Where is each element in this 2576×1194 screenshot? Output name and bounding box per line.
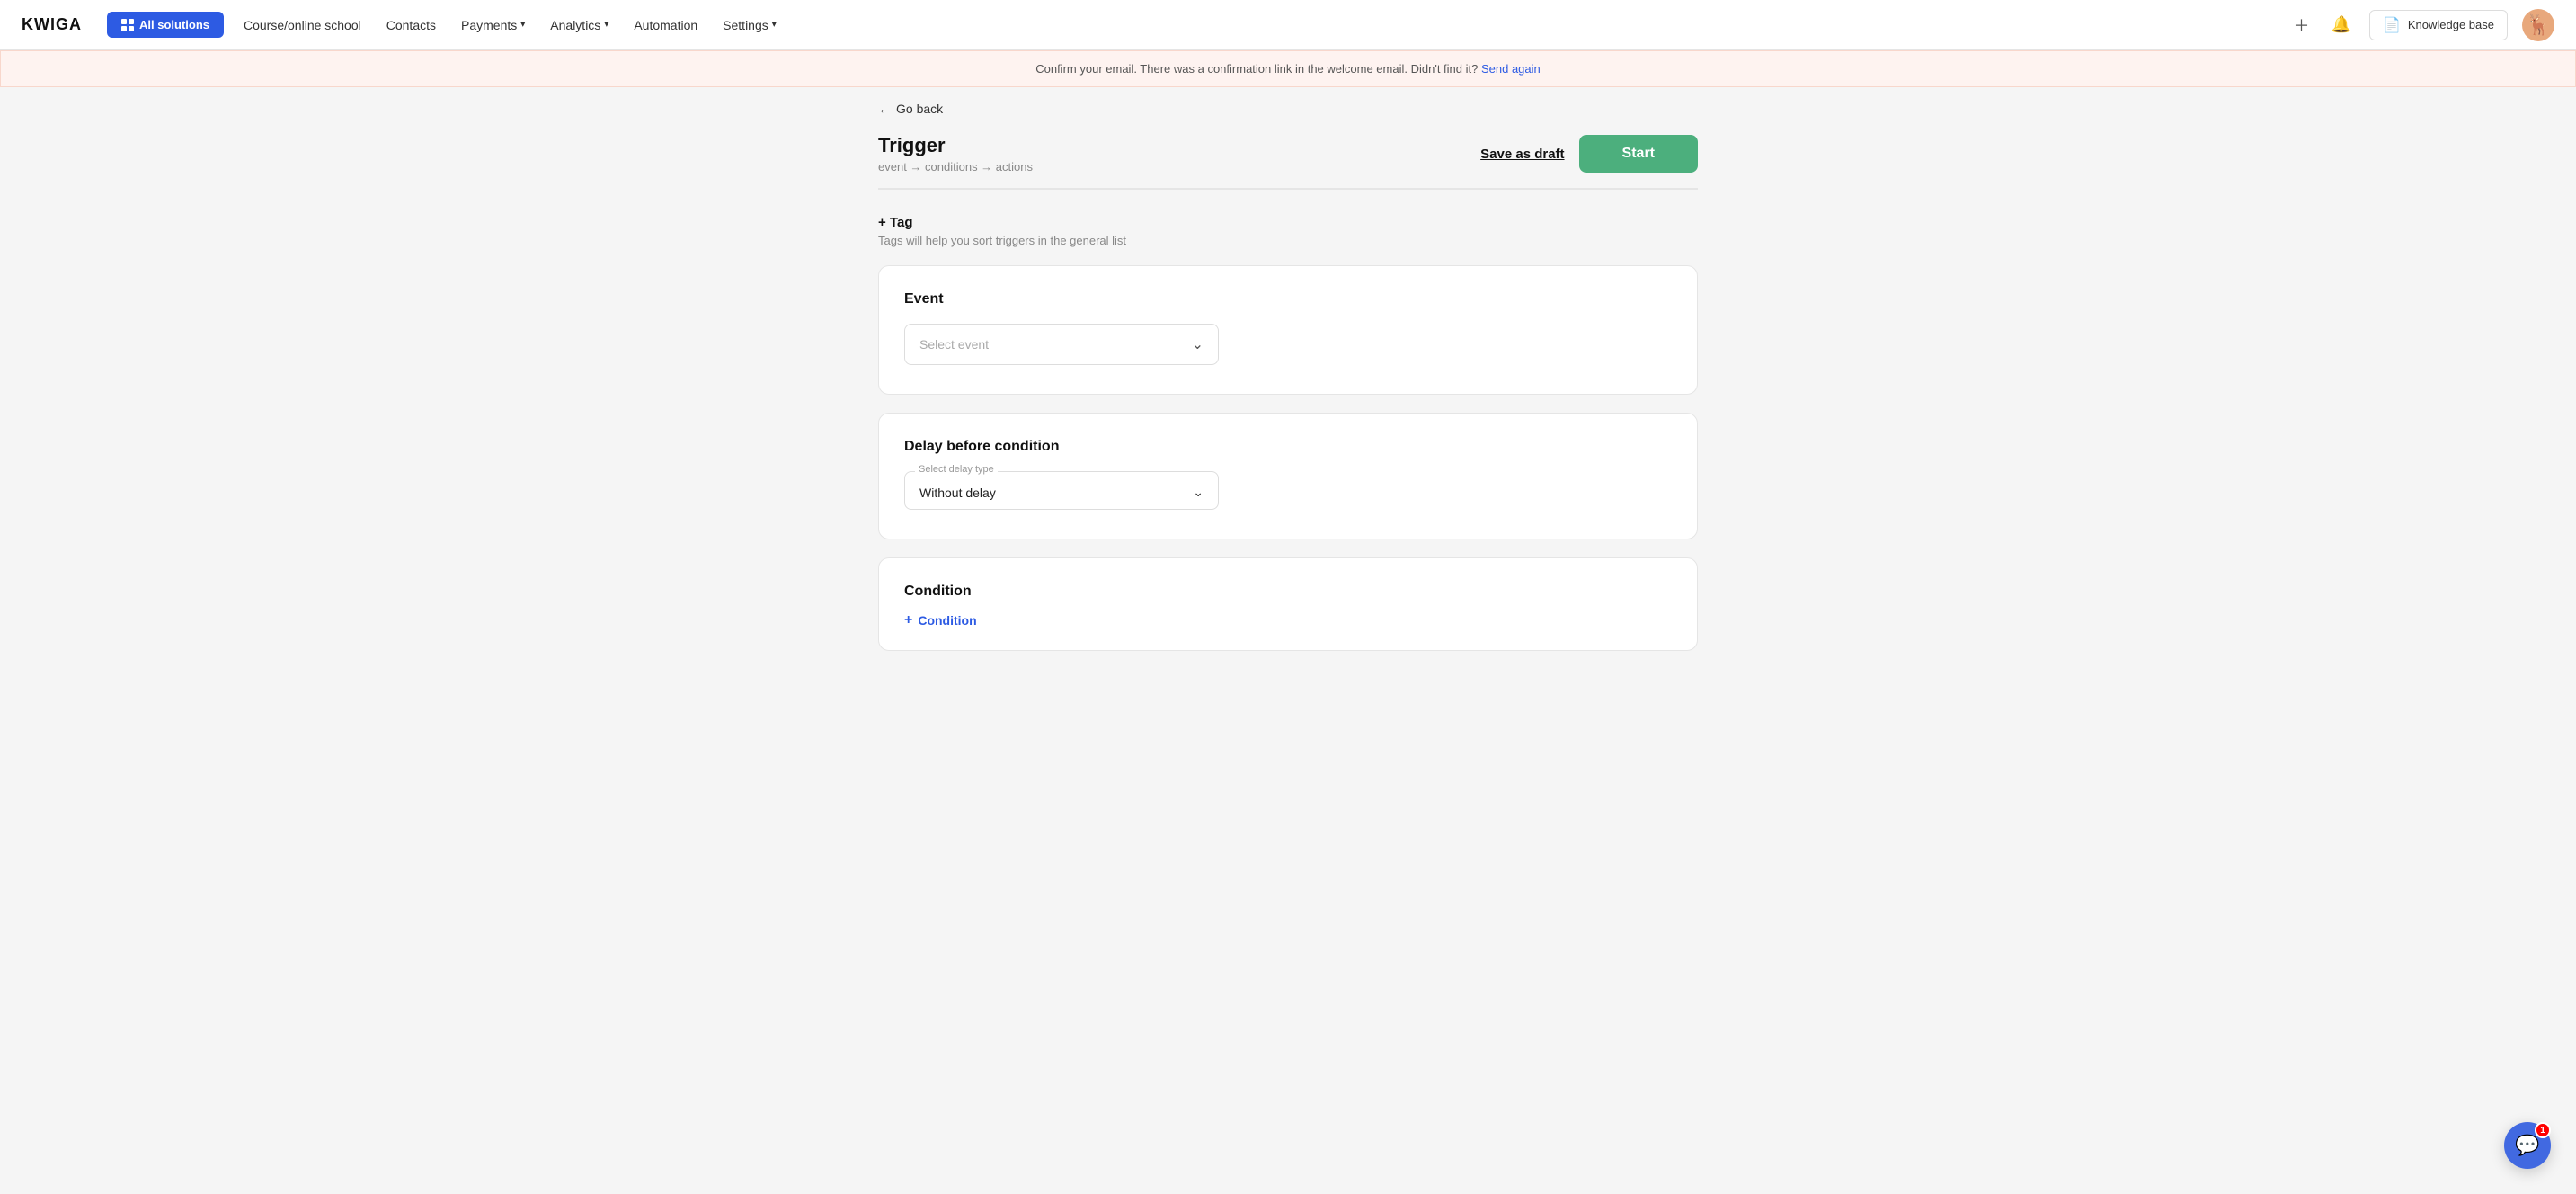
nav-automation-link[interactable]: Automation [621,0,710,50]
knowledge-base-label: Knowledge base [2408,18,2494,31]
user-avatar-button[interactable]: 🦌 [2522,9,2554,41]
logo: KWIGA [22,15,82,34]
delay-card-title: Delay before condition [904,439,1672,455]
banner-text: Confirm your email. There was a confirma… [1035,62,1478,76]
nav-payments-link[interactable]: Payments ▾ [449,0,537,50]
settings-chevron-icon: ▾ [772,20,777,30]
back-arrow-icon: ← [878,102,891,116]
page-title: Trigger [878,134,1033,157]
chat-badge: 1 [2535,1122,2551,1138]
page-header: Trigger event → conditions → actions Sav… [878,123,1698,190]
nav-contacts-link[interactable]: Contacts [374,0,449,50]
page-subtitle: event → conditions → actions [878,160,1033,174]
nav-course-link[interactable]: Course/online school [231,0,374,50]
delay-select-label: Select delay type [915,464,998,475]
condition-card: Condition + Condition [878,557,1698,651]
add-button[interactable]: ＋ [2290,10,2314,40]
event-chevron-down-icon: ⌄ [1192,335,1204,353]
book-icon: 📄 [2383,16,2401,34]
tag-help-text: Tags will help you sort triggers in the … [878,234,1698,247]
delay-select-wrap: Select delay type Without delay ⌄ [904,471,1219,510]
all-solutions-label: All solutions [139,18,209,31]
analytics-chevron-icon: ▾ [604,20,608,30]
delay-select-dropdown[interactable]: Without delay ⌄ [904,471,1219,510]
add-condition-label: Condition [918,613,976,628]
add-tag-link[interactable]: + Tag [878,215,912,230]
payments-chevron-icon: ▾ [520,20,525,30]
page-header-right: Save as draft Start [1480,135,1698,173]
event-card-title: Event [904,291,1672,307]
nav-settings-link[interactable]: Settings ▾ [710,0,789,50]
main-content: ← Go back Trigger event → conditions → a… [857,102,1719,687]
plus-icon: + [904,612,912,628]
avatar-icon: 🦌 [2526,13,2550,37]
delay-select-value: Without delay [919,486,996,500]
delay-card: Delay before condition Select delay type… [878,413,1698,539]
start-button[interactable]: Start [1579,135,1698,173]
all-solutions-button[interactable]: All solutions [107,12,224,38]
confirm-email-banner: Confirm your email. There was a confirma… [0,50,2576,87]
event-dropdown-wrap: Select event ⌄ [904,324,1672,365]
send-again-link[interactable]: Send again [1481,62,1541,76]
delay-chevron-down-icon: ⌄ [1193,485,1204,500]
condition-card-title: Condition [904,584,1672,600]
notifications-button[interactable]: 🔔 [2328,12,2355,38]
tag-section: + Tag Tags will help you sort triggers i… [878,215,1698,247]
nav-actions: ＋ 🔔 📄 Knowledge base 🦌 [2290,9,2554,41]
event-select-dropdown[interactable]: Select event ⌄ [904,324,1219,365]
save-draft-button[interactable]: Save as draft [1480,147,1564,162]
event-card: Event Select event ⌄ [878,265,1698,395]
event-select-placeholder: Select event [919,337,989,352]
nav-analytics-link[interactable]: Analytics ▾ [537,0,621,50]
knowledge-base-button[interactable]: 📄 Knowledge base [2369,10,2508,40]
add-condition-button[interactable]: + Condition [904,612,977,650]
chat-button[interactable]: 1 💬 [2504,1122,2551,1169]
chat-icon: 💬 [2515,1134,2539,1157]
back-label: Go back [896,102,943,116]
back-button[interactable]: ← Go back [878,102,943,116]
grid-icon [121,19,134,31]
navbar: KWIGA All solutions Course/online school… [0,0,2576,50]
page-header-left: Trigger event → conditions → actions [878,134,1033,174]
